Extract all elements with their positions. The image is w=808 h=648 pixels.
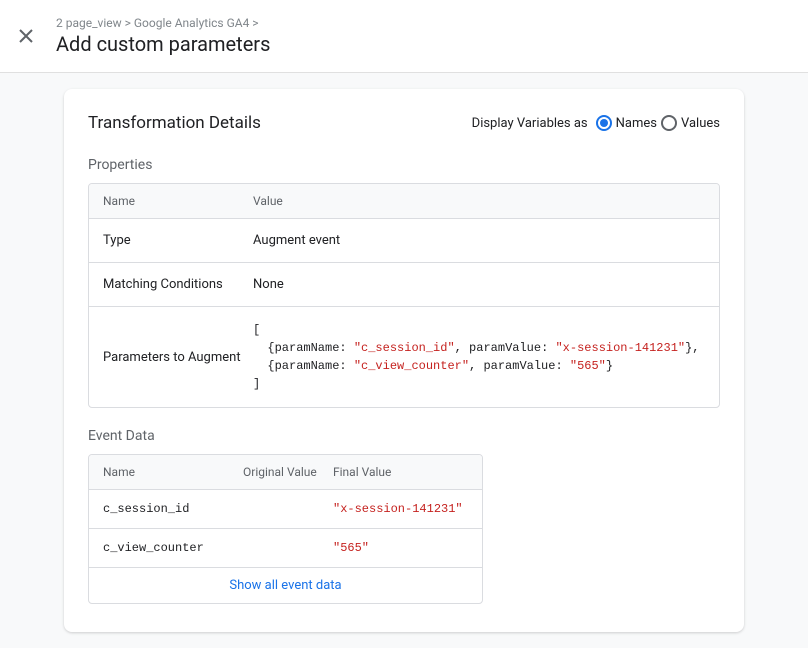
- col-header-name: Name: [103, 194, 253, 208]
- table-row: Type Augment event: [89, 219, 719, 263]
- event-data-table: Name Original Value Final Value c_sessio…: [88, 454, 483, 604]
- page-title: Add custom parameters: [56, 32, 270, 56]
- event-data-section-label: Event Data: [88, 428, 720, 444]
- col-header-value: Value: [253, 194, 705, 208]
- col-header-name: Name: [103, 465, 243, 479]
- table-row: Parameters to Augment [ {paramName: "c_s…: [89, 307, 719, 407]
- event-table-header: Name Original Value Final Value: [89, 455, 482, 490]
- event-name: c_view_counter: [103, 541, 243, 555]
- event-final: "565": [333, 541, 468, 555]
- details-card: Transformation Details Display Variables…: [64, 89, 744, 632]
- display-vars-label: Display Variables as: [472, 116, 588, 131]
- event-name: c_session_id: [103, 502, 243, 516]
- prop-value: None: [253, 277, 705, 292]
- close-icon[interactable]: [16, 26, 36, 46]
- display-variables-control: Display Variables as Names Values: [472, 115, 720, 131]
- breadcrumb: 2 page_view > Google Analytics GA4 >: [56, 16, 270, 30]
- prop-value: Augment event: [253, 233, 705, 248]
- event-final: "x-session-141231": [333, 502, 468, 516]
- show-all-link[interactable]: Show all event data: [89, 568, 482, 603]
- prop-name: Matching Conditions: [103, 277, 253, 292]
- properties-table: Name Value Type Augment event Matching C…: [88, 183, 720, 408]
- prop-value-code: [ {paramName: "c_session_id", paramValue…: [253, 321, 705, 393]
- col-header-final: Final Value: [333, 465, 468, 479]
- prop-name: Type: [103, 233, 253, 248]
- prop-name: Parameters to Augment: [103, 350, 253, 365]
- radio-icon-unselected: [661, 115, 677, 131]
- card-title: Transformation Details: [88, 113, 261, 133]
- table-row: c_session_id "x-session-141231": [89, 490, 482, 529]
- radio-values[interactable]: Values: [661, 115, 720, 131]
- content-area: Transformation Details Display Variables…: [0, 73, 808, 648]
- table-row: c_view_counter "565": [89, 529, 482, 568]
- properties-table-header: Name Value: [89, 184, 719, 219]
- radio-icon-selected: [596, 115, 612, 131]
- col-header-original: Original Value: [243, 465, 333, 479]
- table-row: Matching Conditions None: [89, 263, 719, 307]
- properties-section-label: Properties: [88, 157, 720, 173]
- page-header: 2 page_view > Google Analytics GA4 > Add…: [0, 0, 808, 73]
- radio-names[interactable]: Names: [596, 115, 657, 131]
